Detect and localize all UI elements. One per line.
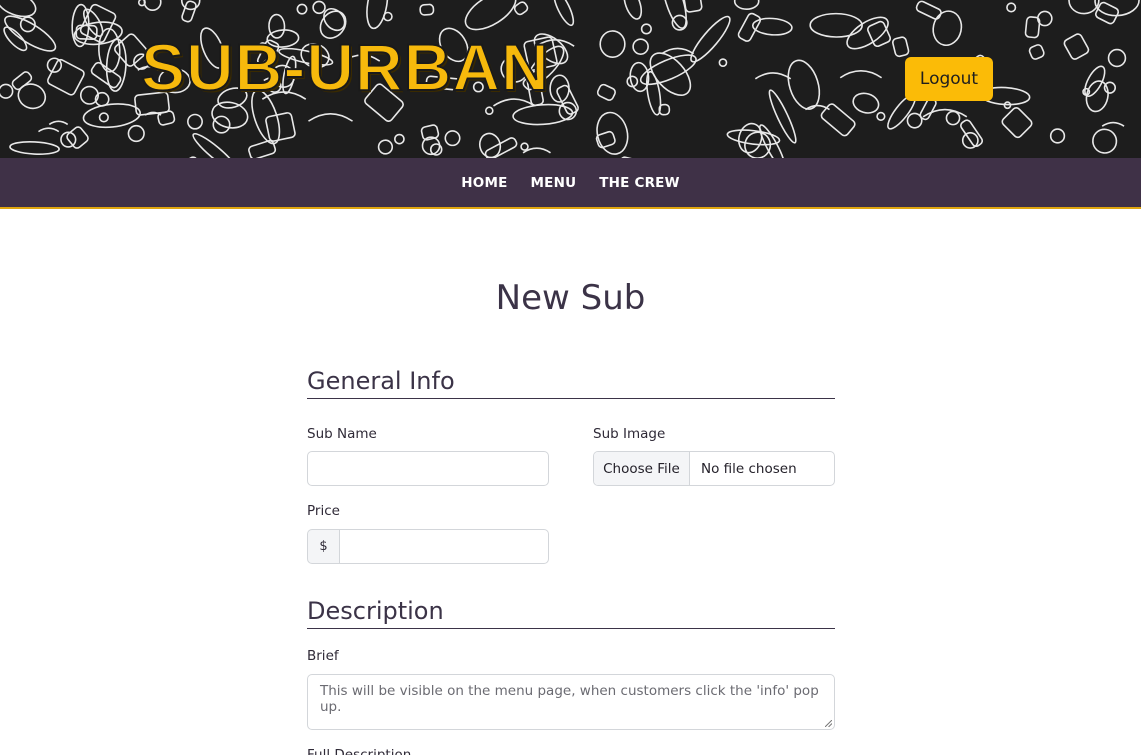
choose-file-button[interactable]: Choose File — [594, 452, 690, 485]
food-doodle-shape — [768, 89, 797, 144]
food-doodle-shape — [0, 83, 14, 99]
food-doodle-shape — [852, 92, 880, 114]
food-doodle-shape — [599, 30, 626, 58]
brief-placeholder: This will be visible on the menu page, w… — [320, 683, 819, 715]
food-doodle-shape — [181, 0, 197, 23]
nav-item-the-crew[interactable]: THE CREW — [599, 175, 679, 191]
food-doodle-shape — [945, 110, 961, 126]
sub-image-label: Sub Image — [593, 426, 666, 442]
food-doodle-shape — [66, 126, 89, 149]
brief-label: Brief — [307, 648, 339, 664]
food-doodle-shape — [809, 12, 863, 38]
food-doodle-shape — [733, 0, 760, 10]
main-nav: HOME MENU THE CREW — [0, 158, 1141, 209]
food-doodle-shape — [512, 103, 574, 126]
food-doodle-shape — [846, 16, 889, 50]
food-doodle-shape — [839, 70, 883, 79]
food-doodle-shape — [915, 0, 942, 20]
food-doodle-shape — [1101, 121, 1125, 127]
food-doodle-shape — [98, 112, 109, 123]
food-doodle-shape — [484, 106, 494, 116]
food-doodle-shape — [366, 0, 389, 30]
logout-button[interactable]: Logout — [905, 57, 993, 101]
food-doodle-shape — [248, 139, 277, 158]
food-doodle-shape — [623, 0, 643, 20]
section-heading-general-info: General Info — [307, 367, 835, 399]
food-doodle-shape — [192, 132, 238, 158]
nav-item-menu[interactable]: MENU — [531, 175, 577, 191]
full-description-label: Full Description — [307, 747, 412, 755]
food-doodle-shape — [876, 111, 886, 121]
food-doodle-shape — [1103, 81, 1117, 94]
food-doodle-shape — [1001, 107, 1033, 139]
food-doodle-shape — [1107, 48, 1127, 68]
food-doodle-shape — [3, 26, 28, 52]
food-doodle-shape — [377, 139, 394, 155]
price-input-group: $ — [307, 529, 549, 564]
food-doodle-shape — [420, 124, 440, 141]
food-doodle-shape — [383, 11, 393, 22]
price-label: Price — [307, 503, 340, 519]
food-doodle-shape — [82, 103, 141, 129]
site-logo[interactable]: SUB-URBAN — [140, 33, 550, 101]
food-doodle-shape — [661, 47, 695, 55]
food-doodle-shape — [1028, 44, 1045, 60]
food-doodle-shape — [1063, 33, 1090, 60]
food-doodle-shape — [419, 3, 435, 16]
food-doodle-shape — [265, 112, 296, 142]
food-doodle-shape — [737, 12, 762, 42]
food-doodle-shape — [690, 15, 731, 63]
food-doodle-shape — [38, 127, 60, 133]
nav-item-home[interactable]: HOME — [461, 175, 507, 191]
food-doodle-shape — [520, 142, 529, 151]
resize-grip-icon[interactable] — [825, 720, 832, 727]
food-doodle-shape — [394, 133, 405, 145]
food-doodle-shape — [558, 101, 578, 121]
food-doodle-shape — [553, 0, 575, 27]
food-doodle-shape — [751, 17, 793, 36]
food-doodle-shape — [1092, 128, 1118, 154]
header-banner: SUB-URBAN Logout — [0, 0, 1141, 158]
food-doodle-shape — [127, 124, 145, 143]
price-input[interactable] — [339, 529, 549, 564]
food-doodle-shape — [754, 72, 792, 80]
food-doodle-shape — [906, 112, 923, 129]
food-doodle-shape — [312, 0, 326, 15]
food-doodle-shape — [640, 23, 652, 35]
food-doodle-shape — [1049, 128, 1066, 144]
food-doodle-shape — [143, 0, 162, 12]
file-status-text: No file chosen — [701, 460, 797, 477]
food-doodle-shape — [891, 36, 910, 58]
brief-textarea[interactable]: This will be visible on the menu page, w… — [307, 674, 835, 730]
currency-prefix: $ — [307, 529, 339, 564]
food-doodle-shape — [932, 10, 963, 47]
food-doodle-shape — [296, 3, 308, 15]
food-doodle-shape — [308, 112, 353, 122]
food-doodle-shape — [17, 83, 47, 110]
food-doodle-shape — [46, 58, 85, 96]
food-doodle-shape — [1006, 2, 1017, 13]
food-doodle-shape — [596, 83, 616, 101]
page-title: New Sub — [495, 278, 646, 318]
food-doodle-shape — [646, 70, 662, 116]
food-doodle-shape — [444, 130, 461, 147]
food-doodle-shape — [9, 141, 60, 155]
food-doodle-shape — [187, 113, 203, 130]
sub-name-input[interactable] — [307, 451, 549, 486]
food-doodle-shape — [787, 59, 821, 110]
sub-name-label: Sub Name — [307, 426, 377, 442]
food-doodle-shape — [1036, 10, 1053, 27]
sub-image-file-input[interactable]: Choose File No file chosen — [593, 451, 835, 486]
food-doodle-shape — [632, 38, 649, 55]
food-doodle-shape — [48, 120, 69, 126]
section-heading-description: Description — [307, 597, 835, 629]
food-doodle-shape — [718, 58, 728, 67]
food-doodle-shape — [683, 0, 703, 13]
